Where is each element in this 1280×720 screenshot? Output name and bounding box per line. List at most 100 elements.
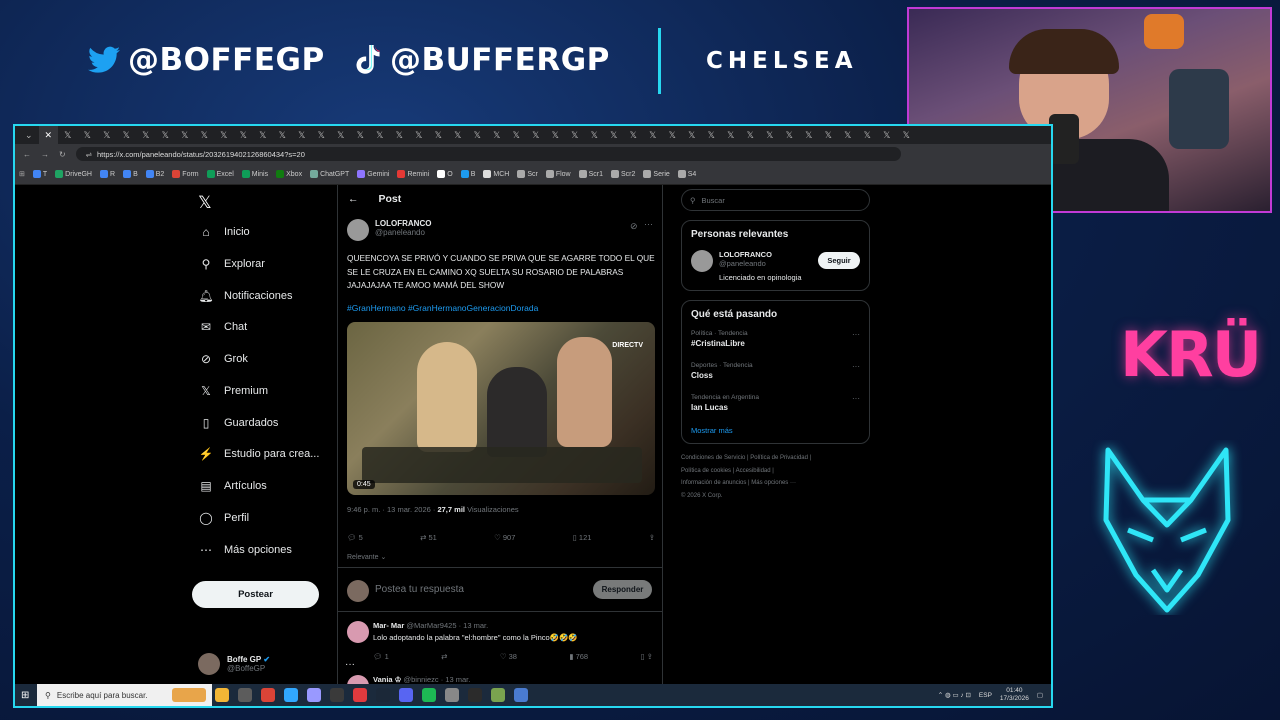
browser-tab[interactable]: 𝕏: [663, 126, 683, 144]
windows-start-icon[interactable]: ⊞: [21, 690, 29, 701]
trend-more-icon[interactable]: ···: [852, 394, 860, 403]
browser-tab[interactable]: 𝕏: [643, 126, 663, 144]
bookmark-item[interactable]: Scr1: [578, 170, 603, 178]
views-action[interactable]: ▮ 768: [569, 652, 588, 661]
bookmark-item[interactable]: Remini: [397, 170, 429, 178]
bookmark-item[interactable]: ChatGPT: [310, 170, 349, 178]
bookmark-item[interactable]: Scr2: [611, 170, 635, 178]
browser-tab[interactable]: 𝕏: [156, 126, 176, 144]
browser-tab[interactable]: 𝕏: [604, 126, 624, 144]
app-icon[interactable]: [514, 688, 528, 702]
trend-more-icon[interactable]: ···: [852, 362, 860, 371]
browser-tab[interactable]: 𝕏: [526, 126, 546, 144]
browser-tab[interactable]: 𝕏: [624, 126, 644, 144]
browser-tab[interactable]: 𝕏: [234, 126, 254, 144]
browser-tab[interactable]: 𝕏: [312, 126, 332, 144]
post-button[interactable]: Postear: [192, 581, 319, 608]
browser-tab[interactable]: 𝕏: [702, 126, 722, 144]
tweet-video[interactable]: DIRECTV 0:45: [347, 322, 655, 495]
browser-tab[interactable]: 𝕏: [585, 126, 605, 144]
bookmark-item[interactable]: MCH: [483, 170, 509, 178]
bookmark-item[interactable]: Xbox: [276, 170, 302, 178]
browser-tab[interactable]: 𝕏: [78, 126, 98, 144]
browser-tab[interactable]: 𝕏: [819, 126, 839, 144]
bookmark-item[interactable]: Form: [172, 170, 199, 178]
nav-item-notificaciones[interactable]: 🔔︎ Notificaciones: [198, 289, 292, 303]
photoshop-icon[interactable]: [284, 688, 298, 702]
browser-tab[interactable]: 𝕏: [429, 126, 449, 144]
bookmark-item[interactable]: Excel: [206, 170, 234, 178]
browser-tab[interactable]: 𝕏: [97, 126, 117, 144]
app-icon[interactable]: [491, 688, 505, 702]
browser-tab[interactable]: 𝕏: [721, 126, 741, 144]
browser-tab[interactable]: 𝕏: [897, 126, 917, 144]
back-arrow-icon[interactable]: ←: [348, 193, 359, 205]
bookmark-item[interactable]: B: [460, 170, 475, 178]
browser-tab[interactable]: 𝕏: [741, 126, 761, 144]
obs-icon[interactable]: [238, 688, 252, 702]
reply-sort[interactable]: Relevante ⌄: [347, 553, 386, 561]
browser-tab[interactable]: 𝕏: [682, 126, 702, 144]
repost-action[interactable]: ⇄ 51: [420, 533, 437, 542]
back-icon[interactable]: ←: [23, 150, 31, 159]
like-action[interactable]: ♡ 907: [494, 533, 515, 542]
notification-icon[interactable]: ▢: [1037, 691, 1043, 699]
browser-tab[interactable]: 𝕏: [760, 126, 780, 144]
reply-action[interactable]: 💬︎ 5: [347, 533, 363, 542]
app-icon[interactable]: [445, 688, 459, 702]
browser-tab[interactable]: 𝕏: [780, 126, 800, 144]
browser-tab[interactable]: 𝕏: [507, 126, 527, 144]
browser-tab[interactable]: 𝕏: [799, 126, 819, 144]
x-logo-icon[interactable]: 𝕏: [198, 193, 212, 213]
forward-icon[interactable]: →: [41, 150, 49, 159]
chrome-icon[interactable]: [261, 688, 275, 702]
trend-item[interactable]: Política · Tendencia #CristinaLibre ···: [691, 330, 860, 348]
site-info-icon[interactable]: ⇌: [86, 150, 92, 159]
trend-more-icon[interactable]: ···: [852, 330, 860, 339]
account-switcher[interactable]: Boffe GP ✔ @BoffeGP ···: [198, 653, 355, 675]
like-action[interactable]: ♡ 38: [500, 652, 517, 661]
bookmark-item[interactable]: T: [32, 170, 47, 178]
trend-item[interactable]: Tendencia en Argentina Ian Lucas ···: [691, 394, 860, 412]
spotify-icon[interactable]: [422, 688, 436, 702]
tweet-timestamp[interactable]: 9:46 p. m. · 13 mar. 2026 ·: [347, 505, 437, 514]
bookmark-item[interactable]: Serie: [643, 170, 670, 178]
browser-tab[interactable]: 𝕏: [468, 126, 488, 144]
folder-icon[interactable]: [172, 688, 206, 702]
browser-tab[interactable]: 𝕏: [390, 126, 410, 144]
footer-links[interactable]: Información de anuncios | Más opciones ·…: [681, 477, 870, 490]
browser-tab[interactable]: 𝕏: [565, 126, 585, 144]
browser-tab[interactable]: 𝕏: [331, 126, 351, 144]
trend-item[interactable]: Deportes · Tendencia Closs ···: [691, 362, 860, 380]
reload-icon[interactable]: ↻: [59, 150, 66, 159]
bookmark-item[interactable]: DriveGH: [55, 170, 92, 178]
bookmark-item[interactable]: B2: [145, 170, 164, 178]
url-bar[interactable]: ⇌ https://x.com/paneleando/status/203261…: [75, 147, 901, 161]
nav-item-premium[interactable]: 𝕏 Premium: [199, 384, 268, 398]
show-more-link[interactable]: Mostrar más: [691, 426, 860, 435]
file-explorer-icon[interactable]: [215, 688, 229, 702]
browser-tab[interactable]: 𝕏: [448, 126, 468, 144]
footer-links[interactable]: Condiciones de Servicio | Política de Pr…: [681, 452, 870, 465]
relevant-person[interactable]: LOLOFRANCO @paneleando Licenciado en opi…: [691, 250, 860, 282]
browser-tab[interactable]: 𝕏: [117, 126, 137, 144]
search-input[interactable]: ⚲ Buscar: [681, 189, 870, 211]
bookmark-item[interactable]: Flow: [545, 170, 571, 178]
bookmark-item[interactable]: Minis: [241, 170, 268, 178]
tray-icons[interactable]: ⌃ ◍ ▭ ♪ ⊡: [938, 691, 971, 699]
nav-item-inicio[interactable]: ⌂ Inicio: [199, 225, 249, 239]
discord-icon[interactable]: [399, 688, 413, 702]
nav-item-chat[interactable]: ✉ Chat: [199, 320, 247, 334]
nav-item-explorar[interactable]: ⚲ Explorar: [199, 257, 265, 271]
browser-tab[interactable]: 𝕏: [175, 126, 195, 144]
nav-item-guardados[interactable]: ▯ Guardados: [199, 416, 279, 430]
tweet-more-icon[interactable]: ···: [644, 219, 653, 229]
language-indicator[interactable]: ESP: [979, 692, 992, 699]
clock[interactable]: 01:40 17/3/2026: [1000, 687, 1029, 703]
grok-explain-icon[interactable]: ⊘: [630, 221, 638, 232]
bookmark-item[interactable]: S4: [677, 170, 696, 178]
nav-item-estudio-para-crea[interactable]: ⚡ Estudio para crea...: [199, 447, 320, 461]
bookmark-item[interactable]: B: [123, 170, 138, 178]
follow-button[interactable]: Seguir: [818, 252, 860, 269]
browser-tab[interactable]: 𝕏: [253, 126, 273, 144]
